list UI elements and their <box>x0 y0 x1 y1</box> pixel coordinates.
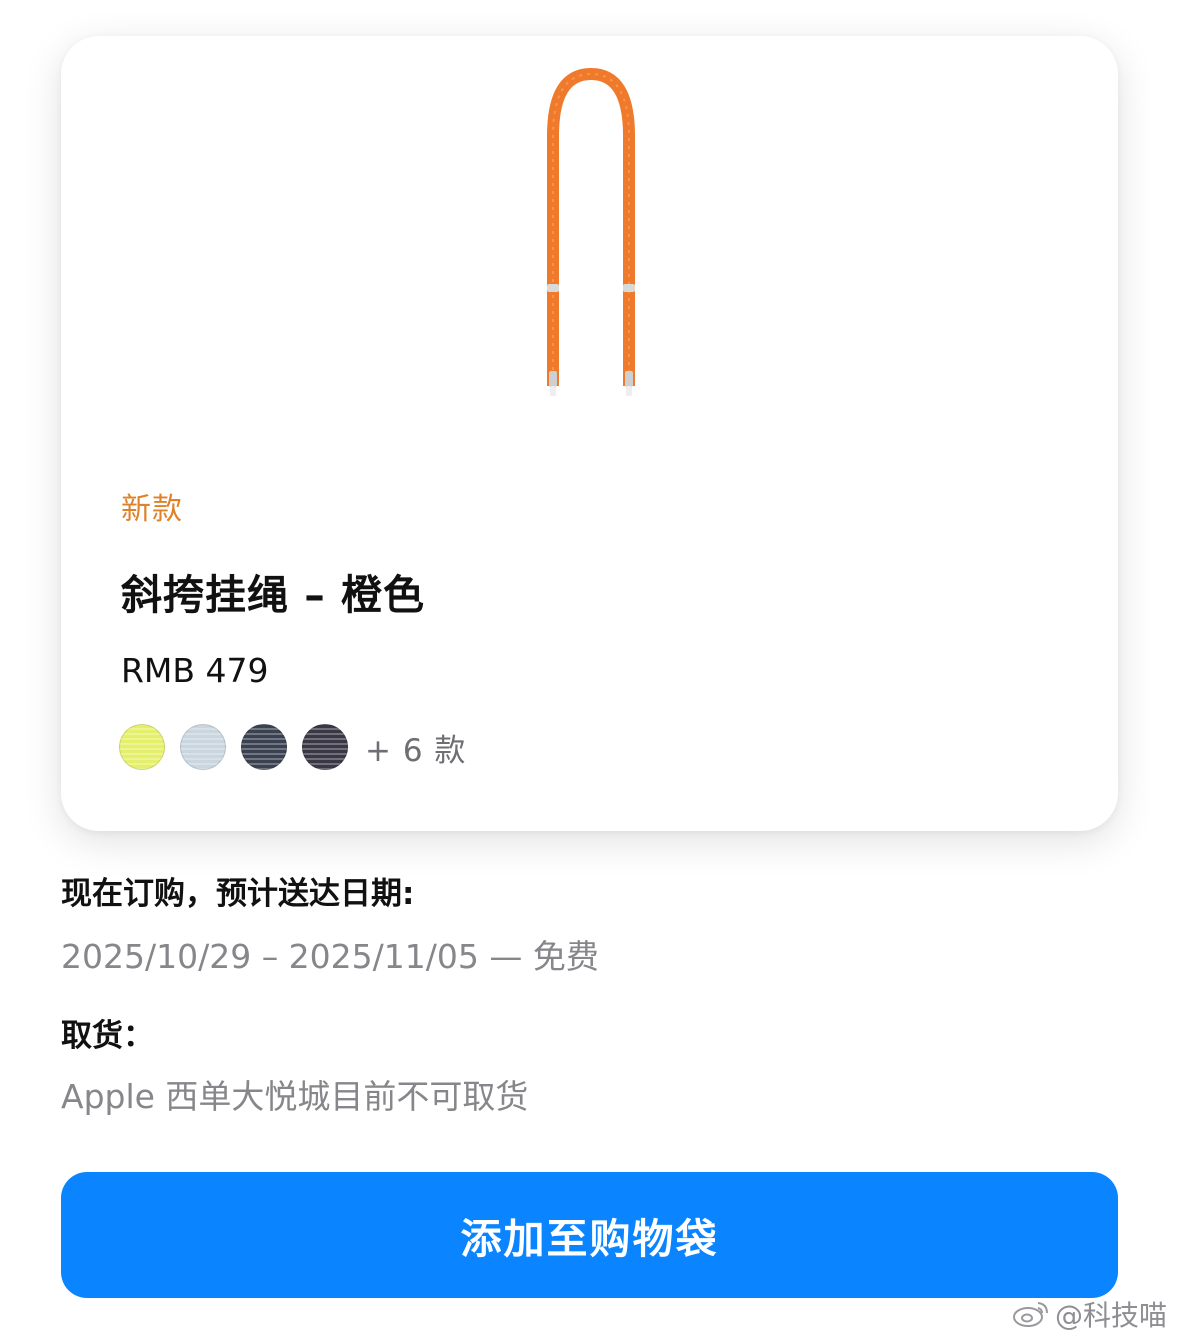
weibo-icon <box>1012 1302 1048 1327</box>
product-price: RMB 479 <box>121 651 269 690</box>
product-title[interactable]: 斜挎挂绳 – 橙色 <box>121 561 425 621</box>
dark-purple-swatch[interactable] <box>302 724 348 770</box>
watermark-text: @科技喵 <box>1054 1299 1167 1332</box>
add-to-bag-button[interactable]: 添加至购物袋 <box>61 1172 1118 1298</box>
more-colors-count[interactable]: + 6 款 <box>365 725 466 770</box>
color-swatches: + 6 款 <box>119 724 466 770</box>
delivery-label: 现在订购，预计送达日期: <box>61 876 415 912</box>
crossbody-strap-image <box>547 67 635 396</box>
yellow-swatch[interactable] <box>119 724 165 770</box>
pickup-status: Apple 西单大悦城目前不可取货 <box>61 1077 529 1116</box>
navy-swatch[interactable] <box>241 724 287 770</box>
new-badge: 新款 <box>121 492 183 527</box>
delivery-dates: 2025/10/29 – 2025/11/05 — 免费 <box>61 937 599 976</box>
watermark: @科技喵 <box>1011 1294 1167 1334</box>
product-card[interactable]: 新款 斜挎挂绳 – 橙色 RMB 479 + 6 款 <box>61 36 1118 831</box>
light-blue-swatch[interactable] <box>180 724 226 770</box>
product-page: 新款 斜挎挂绳 – 橙色 RMB 479 + 6 款 现在订购，预计送达日期: … <box>0 0 1179 1340</box>
pickup-label: 取货： <box>61 1018 154 1054</box>
